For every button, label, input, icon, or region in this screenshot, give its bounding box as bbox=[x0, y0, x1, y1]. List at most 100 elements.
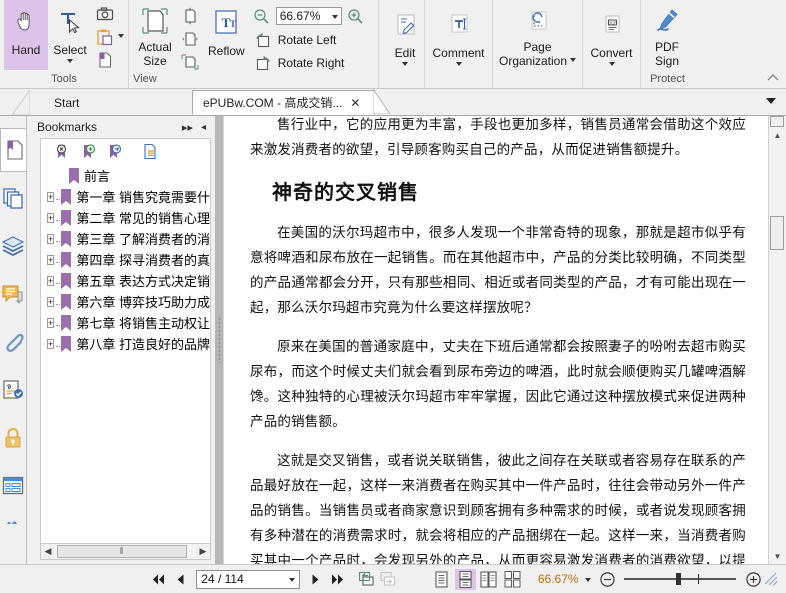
zoom-in-icon[interactable] bbox=[346, 6, 366, 26]
goto-bookmark-icon[interactable] bbox=[101, 140, 127, 162]
chevron-down-icon[interactable] bbox=[584, 578, 591, 582]
list-item[interactable]: + 第三章 了解消费者的消 bbox=[41, 228, 210, 249]
sidebar-item-comments[interactable] bbox=[0, 272, 26, 316]
previous-view-icon[interactable] bbox=[357, 570, 375, 589]
fit-page-button[interactable] bbox=[177, 4, 203, 27]
two-page-view-icon[interactable] bbox=[478, 569, 499, 590]
previous-page-icon[interactable] bbox=[172, 570, 190, 589]
zoom-out-circle-icon[interactable] bbox=[599, 570, 617, 589]
comment-button[interactable]: Comment bbox=[429, 0, 488, 70]
hand-tool-button[interactable]: Hand bbox=[4, 0, 48, 70]
scroll-up-arrow-icon[interactable]: ▲ bbox=[769, 128, 786, 143]
next-page-icon[interactable] bbox=[307, 570, 325, 589]
last-page-icon[interactable] bbox=[328, 570, 346, 589]
select-tool-button[interactable]: Select bbox=[48, 0, 92, 70]
rotate-left-button[interactable]: Rotate Left bbox=[250, 28, 368, 51]
list-item[interactable]: + 第八章 打造良好的品牌 bbox=[41, 333, 210, 354]
tab-list-chevron-down-icon[interactable] bbox=[766, 98, 776, 104]
list-item[interactable]: + 第七章 将销售主动权让 bbox=[41, 312, 210, 333]
close-icon[interactable]: ✕ bbox=[350, 96, 360, 110]
paste-button[interactable] bbox=[92, 25, 127, 48]
collapse-panel-icon[interactable]: ◂ bbox=[201, 122, 206, 133]
list-item[interactable]: + 第五章 表达方式决定销 bbox=[41, 270, 210, 291]
edit-dropdown-caret[interactable] bbox=[402, 62, 408, 66]
scroll-right-arrow-icon[interactable]: ▶ bbox=[196, 545, 210, 559]
copy-page-button[interactable] bbox=[92, 48, 127, 71]
sidebar-item-more[interactable] bbox=[0, 512, 26, 532]
tab-start[interactable]: Start bbox=[12, 90, 213, 115]
list-item[interactable]: + 第六章 博弈技巧助力成 bbox=[41, 291, 210, 312]
expand-toggle[interactable]: + bbox=[47, 212, 55, 223]
collapse-ribbon-chevron-icon[interactable] bbox=[766, 73, 780, 82]
page-organization-button[interactable]: Page Organization bbox=[497, 0, 578, 70]
expand-toggle[interactable]: + bbox=[47, 338, 55, 349]
next-view-icon[interactable] bbox=[379, 570, 397, 589]
bookmarks-tree[interactable]: 前言 + 第一章 销售究竟需要什 + 第二章 常见的销售心理 + 第三章 了解消… bbox=[40, 163, 211, 544]
page-number-combobox[interactable]: 24 / 114 bbox=[196, 569, 300, 589]
convert-button[interactable]: OCR Convert bbox=[587, 0, 636, 70]
zoom-slider[interactable] bbox=[624, 571, 737, 587]
resize-grip-icon[interactable] bbox=[764, 572, 780, 586]
reflow-button[interactable]: T T Reflow bbox=[203, 0, 250, 70]
continuous-scroll-view-icon[interactable] bbox=[454, 568, 476, 590]
scroll-down-arrow-icon[interactable]: ▼ bbox=[769, 549, 786, 564]
scrollbar-track[interactable]: ⦀ bbox=[55, 545, 196, 558]
list-item[interactable]: + 第四章 探寻消费者的真 bbox=[41, 249, 210, 270]
expand-toggle[interactable]: + bbox=[47, 317, 55, 328]
sidebar-item-thumbnails[interactable] bbox=[0, 176, 26, 220]
scroll-left-arrow-icon[interactable]: ◀ bbox=[41, 545, 55, 559]
expand-toggle[interactable]: + bbox=[47, 233, 55, 244]
sidebar-item-security[interactable] bbox=[0, 416, 26, 460]
scrollbar-thumb[interactable]: ⦀ bbox=[57, 545, 187, 558]
expand-toggle[interactable]: + bbox=[47, 275, 55, 286]
fit-width-button[interactable] bbox=[177, 27, 203, 50]
bookmarks-horizontal-scrollbar[interactable]: ◀ ⦀ ▶ bbox=[40, 544, 211, 560]
sidebar-item-bookmarks[interactable] bbox=[0, 128, 26, 172]
expand-toggle[interactable]: + bbox=[47, 296, 55, 307]
expand-all-icon[interactable]: ▸▸ bbox=[182, 121, 193, 134]
slider-thumb[interactable] bbox=[676, 573, 682, 585]
splitter-grip[interactable] bbox=[217, 317, 221, 363]
rotate-right-button[interactable]: Rotate Right bbox=[250, 51, 368, 74]
expand-toggle[interactable]: + bbox=[47, 254, 55, 265]
pdf-page[interactable]: 售行业中，它的应用更为丰富，手段也更加多样，销售员通常会借助这个效应来激发消费者… bbox=[223, 116, 768, 564]
actual-size-button[interactable]: Actual Size bbox=[133, 0, 177, 70]
select-tool-dropdown-caret[interactable] bbox=[67, 59, 73, 63]
reflow-label: Reflow bbox=[208, 44, 245, 58]
rotate-left-icon bbox=[253, 30, 273, 50]
pdf-sign-button[interactable]: PDF Sign bbox=[645, 0, 689, 70]
two-page-continuous-view-icon[interactable] bbox=[501, 569, 522, 590]
paste-dropdown-caret[interactable] bbox=[118, 33, 124, 38]
delete-bookmark-icon[interactable] bbox=[49, 140, 75, 162]
scroll-split-button[interactable] bbox=[770, 116, 784, 127]
list-item[interactable]: + 第二章 常见的销售心理 bbox=[41, 207, 210, 228]
sidebar-item-layers[interactable] bbox=[0, 224, 26, 268]
sidebar-item-fields[interactable] bbox=[0, 464, 26, 508]
zoom-in-circle-icon[interactable] bbox=[744, 570, 762, 589]
new-bookmark-icon[interactable] bbox=[75, 140, 101, 162]
sidebar-item-signatures[interactable] bbox=[0, 368, 26, 412]
sidebar-item-attachments[interactable] bbox=[0, 320, 26, 364]
page-organization-dropdown-caret[interactable] bbox=[570, 58, 577, 62]
ribbon-group-page-organization: Page Organization bbox=[492, 0, 582, 88]
zoom-out-icon[interactable] bbox=[252, 6, 272, 26]
tab-document[interactable]: ePUBw.COM - 高成交销... ✕ bbox=[192, 89, 391, 115]
chevron-down-icon[interactable] bbox=[288, 578, 295, 582]
panel-splitter[interactable] bbox=[215, 116, 223, 564]
fit-visible-button[interactable] bbox=[177, 50, 203, 73]
list-item[interactable]: 前言 bbox=[41, 165, 210, 186]
scrollbar-thumb[interactable] bbox=[770, 216, 784, 250]
bookmark-properties-icon[interactable] bbox=[137, 140, 163, 162]
select-cursor-icon bbox=[55, 3, 85, 41]
zoom-level-combobox[interactable]: 66.67% bbox=[275, 7, 342, 25]
list-item[interactable]: + 第一章 销售究竟需要什 bbox=[41, 186, 210, 207]
expand-toggle[interactable]: + bbox=[47, 191, 55, 202]
convert-dropdown-caret[interactable] bbox=[608, 62, 615, 66]
first-page-icon[interactable] bbox=[150, 570, 168, 589]
comment-dropdown-caret[interactable] bbox=[455, 62, 462, 66]
single-page-view-icon[interactable] bbox=[431, 569, 452, 590]
snapshot-button[interactable] bbox=[92, 2, 127, 25]
document-vertical-scrollbar[interactable]: ▲ ▼ bbox=[768, 116, 786, 564]
zoom-dropdown-caret[interactable] bbox=[331, 15, 338, 19]
edit-button[interactable]: Edit bbox=[383, 0, 427, 70]
